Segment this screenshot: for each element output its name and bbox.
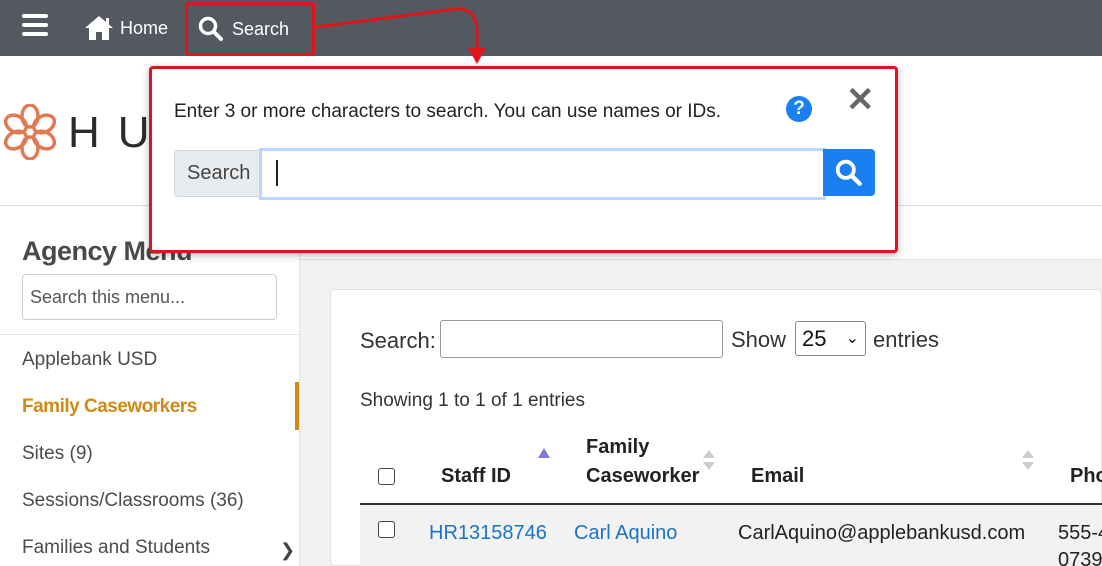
flower-logo-icon	[4, 104, 56, 160]
header-caseworker-line2[interactable]: Caseworker	[586, 462, 699, 491]
sidebar-search-input[interactable]	[22, 274, 277, 320]
sidebar-item-sessions[interactable]: Sessions/Classrooms (36)	[22, 490, 244, 512]
sidebar-item-sites[interactable]: Sites (9)	[22, 443, 93, 465]
phone-cell-line2: 0739	[1058, 549, 1102, 566]
sort-up-icon	[703, 450, 715, 458]
sort-up-icon	[1022, 450, 1034, 458]
help-icon[interactable]: ?	[786, 96, 812, 122]
header-caseworker-line1[interactable]: Family	[586, 433, 649, 462]
email-cell: CarlAquino@applebankusd.com	[738, 522, 1026, 544]
row-checkbox[interactable]	[378, 521, 395, 538]
sort-down-icon	[703, 462, 715, 470]
staff-id-link[interactable]: HR13158746	[429, 522, 547, 545]
text-cursor	[259, 148, 826, 200]
sidebar-item-family-caseworkers[interactable]: Family Caseworkers	[22, 396, 197, 418]
search-icon	[835, 159, 862, 186]
sidebar-divider	[0, 334, 300, 335]
search-icon	[198, 16, 223, 41]
sidebar-active-indicator	[295, 382, 299, 430]
header-staff-id[interactable]: Staff ID	[441, 462, 511, 491]
chevron-right-icon[interactable]: ❯	[280, 540, 295, 561]
search-instructions: Enter 3 or more characters to search. Yo…	[174, 101, 722, 122]
header-phone[interactable]: Pho	[1070, 462, 1102, 491]
chevron-down-icon: ⌄	[845, 330, 859, 347]
table-search-input[interactable]	[440, 320, 723, 358]
phone-cell-line1: 555-4	[1058, 522, 1102, 544]
header-email[interactable]: Email	[751, 462, 804, 491]
nav-home-label: Home	[120, 17, 169, 38]
select-all-checkbox[interactable]	[378, 468, 395, 485]
close-icon[interactable]: ✕	[846, 83, 875, 117]
sidebar-item-applebank[interactable]: Applebank USD	[22, 349, 157, 371]
agency-sidebar: Agency Menu Applebank USD Family Casewor…	[0, 206, 300, 566]
page-length-select[interactable]: 25 ⌄	[795, 321, 866, 356]
caseworker-link[interactable]: Carl Aquino	[574, 522, 677, 545]
search-addon-label: Search	[174, 150, 262, 197]
search-submit-button[interactable]	[823, 149, 875, 196]
page-length-value: 25	[802, 326, 827, 351]
table-info: Showing 1 to 1 of 1 entries	[360, 390, 585, 411]
sidebar-item-families-students[interactable]: Families and Students	[22, 537, 210, 559]
nav-search-link[interactable]: Search	[185, 2, 315, 56]
nav-home-link[interactable]: Home	[84, 12, 168, 44]
top-navbar: Home Search	[0, 0, 1102, 56]
sort-asc-icon	[538, 448, 550, 458]
sort-down-icon	[1022, 462, 1034, 470]
table-search-label: Search:	[360, 328, 436, 353]
search-popup: Enter 3 or more characters to search. Yo…	[149, 66, 898, 253]
nav-search-label: Search	[232, 18, 290, 39]
home-icon	[85, 16, 113, 40]
entries-label: entries	[873, 327, 940, 352]
hamburger-icon[interactable]	[22, 14, 48, 36]
show-label: Show	[731, 327, 787, 352]
